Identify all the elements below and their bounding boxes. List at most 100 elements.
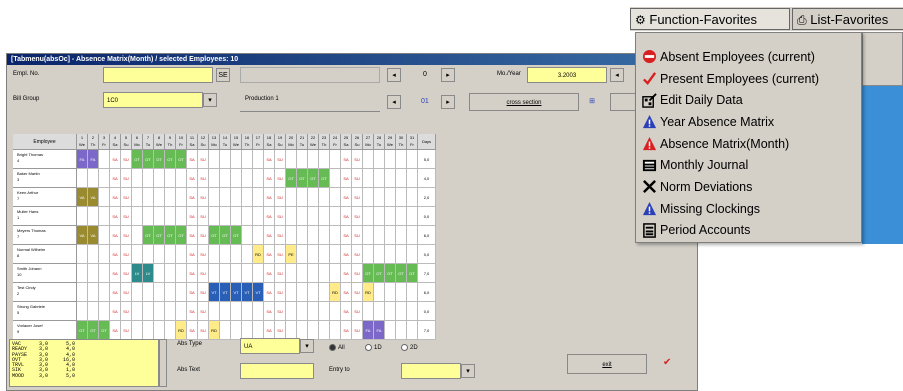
matrix-cell[interactable]: SA bbox=[110, 321, 121, 340]
matrix-cell[interactable] bbox=[99, 283, 110, 302]
matrix-cell[interactable]: SA bbox=[187, 207, 198, 226]
matrix-cell[interactable] bbox=[407, 188, 418, 207]
matrix-cell[interactable]: SU bbox=[275, 302, 286, 321]
matrix-cell[interactable]: SU bbox=[275, 226, 286, 245]
matrix-cell[interactable]: SU bbox=[198, 207, 209, 226]
matrix-cell[interactable] bbox=[231, 264, 242, 283]
matrix-cell[interactable] bbox=[363, 245, 374, 264]
matrix-cell[interactable]: SU bbox=[121, 150, 132, 169]
matrix-cell[interactable]: OT bbox=[231, 226, 242, 245]
matrix-cell[interactable]: VT bbox=[220, 283, 231, 302]
matrix-cell[interactable] bbox=[176, 302, 187, 321]
matrix-cell[interactable]: OT bbox=[154, 150, 165, 169]
matrix-cell[interactable]: SA bbox=[187, 302, 198, 321]
table-row[interactable]: Muller Hans 1 SA SU SA SU SA SU SA SU 0,0 bbox=[13, 207, 436, 226]
matrix-cell[interactable]: SA bbox=[110, 245, 121, 264]
matrix-cell[interactable]: RD bbox=[176, 321, 187, 340]
menu-item-missing-clockings[interactable]: Missing Clockings bbox=[636, 198, 861, 220]
matrix-cell[interactable] bbox=[132, 169, 143, 188]
matrix-cell[interactable]: SA bbox=[264, 264, 275, 283]
table-row[interactable]: Meyers Thomas 7 VA VA SA SU OT OT OT OT SA SU OT OT OT… bbox=[13, 226, 436, 245]
matrix-cell[interactable]: SA bbox=[187, 188, 198, 207]
matrix-cell[interactable]: VT bbox=[209, 283, 220, 302]
matrix-cell[interactable] bbox=[242, 245, 253, 264]
matrix-cell[interactable] bbox=[209, 302, 220, 321]
matrix-cell[interactable]: OT bbox=[407, 264, 418, 283]
matrix-cell[interactable]: SU bbox=[198, 264, 209, 283]
empl-group-field[interactable]: 1C0 bbox=[103, 92, 203, 108]
matrix-cell[interactable] bbox=[396, 169, 407, 188]
matrix-cell[interactable] bbox=[396, 321, 407, 340]
matrix-cell[interactable] bbox=[231, 150, 242, 169]
table-row[interactable]: Normal Wilhelm 8 SA SU SA SU RD SA SU PE SA SU 0,0 bbox=[13, 245, 436, 264]
menu-item-year-absence-matrix[interactable]: Year Absence Matrix bbox=[636, 111, 861, 133]
matrix-cell[interactable] bbox=[220, 245, 231, 264]
menu-item-present-employees-current[interactable]: Present Employees (current) bbox=[636, 68, 861, 90]
employee-cell[interactable]: Vorlauer Josef 9 bbox=[13, 321, 77, 340]
matrix-cell[interactable]: OT bbox=[176, 226, 187, 245]
matrix-cell[interactable]: SU bbox=[352, 188, 363, 207]
matrix-cell[interactable]: SU bbox=[121, 245, 132, 264]
matrix-cell[interactable]: OT bbox=[363, 264, 374, 283]
employee-cell[interactable]: Muller Hans 1 bbox=[13, 207, 77, 226]
month-year-field[interactable]: 3.2003 bbox=[527, 67, 607, 83]
matrix-cell[interactable]: SU bbox=[121, 283, 132, 302]
matrix-cell[interactable] bbox=[297, 302, 308, 321]
matrix-cell[interactable]: SA bbox=[264, 188, 275, 207]
matrix-cell[interactable] bbox=[407, 283, 418, 302]
matrix-cell[interactable] bbox=[330, 207, 341, 226]
employee-cell[interactable]: Smith Johann 10 bbox=[13, 264, 77, 283]
matrix-cell[interactable]: OT bbox=[132, 150, 143, 169]
matrix-cell[interactable] bbox=[154, 302, 165, 321]
matrix-cell[interactable] bbox=[319, 188, 330, 207]
entry-dropdown-button[interactable]: ▾ bbox=[461, 364, 475, 378]
matrix-cell[interactable] bbox=[176, 283, 187, 302]
matrix-cell[interactable]: OT bbox=[396, 264, 407, 283]
matrix-cell[interactable]: SU bbox=[275, 283, 286, 302]
matrix-cell[interactable] bbox=[374, 302, 385, 321]
matrix-cell[interactable] bbox=[176, 207, 187, 226]
matrix-cell[interactable] bbox=[132, 226, 143, 245]
matrix-cell[interactable] bbox=[308, 321, 319, 340]
matrix-cell[interactable]: RD bbox=[330, 283, 341, 302]
matrix-cell[interactable] bbox=[385, 226, 396, 245]
matrix-cell[interactable]: SU bbox=[352, 321, 363, 340]
search-button[interactable]: SE bbox=[216, 68, 230, 82]
menu-item-period-accounts[interactable]: Period Accounts bbox=[636, 220, 861, 242]
radio-2d[interactable]: 2D bbox=[401, 344, 418, 351]
matrix-cell[interactable]: SU bbox=[275, 169, 286, 188]
prev-button[interactable]: ◂ bbox=[387, 68, 401, 82]
matrix-cell[interactable] bbox=[385, 150, 396, 169]
summary-scrollbar[interactable] bbox=[159, 339, 167, 387]
matrix-cell[interactable]: OT bbox=[374, 264, 385, 283]
matrix-cell[interactable] bbox=[154, 207, 165, 226]
matrix-cell[interactable] bbox=[253, 188, 264, 207]
table-row[interactable]: Vorlauer Josef 9 OT OT OT SA SU RD SA SU RD SA SU SA S… bbox=[13, 321, 436, 340]
matrix-cell[interactable] bbox=[143, 283, 154, 302]
matrix-cell[interactable] bbox=[308, 188, 319, 207]
matrix-cell[interactable]: SU bbox=[352, 283, 363, 302]
matrix-cell[interactable]: OT bbox=[165, 150, 176, 169]
menu-item-edit-daily-data[interactable]: Edit Daily Data bbox=[636, 89, 861, 111]
matrix-cell[interactable]: OT bbox=[220, 226, 231, 245]
matrix-cell[interactable]: SU bbox=[275, 188, 286, 207]
matrix-cell[interactable] bbox=[231, 245, 242, 264]
matrix-cell[interactable]: SA bbox=[110, 264, 121, 283]
matrix-cell[interactable] bbox=[407, 169, 418, 188]
matrix-cell[interactable] bbox=[77, 302, 88, 321]
table-row[interactable]: Test Cindy 2 SA SU SA SU VT VT VT VT VT SA SU RD SA SU R… bbox=[13, 283, 436, 302]
matrix-cell[interactable] bbox=[88, 264, 99, 283]
matrix-cell[interactable]: SA bbox=[187, 283, 198, 302]
matrix-cell[interactable]: VA bbox=[77, 188, 88, 207]
matrix-cell[interactable] bbox=[374, 207, 385, 226]
matrix-cell[interactable]: SA bbox=[264, 226, 275, 245]
matrix-cell[interactable] bbox=[385, 188, 396, 207]
matrix-cell[interactable]: OT bbox=[385, 264, 396, 283]
matrix-cell[interactable] bbox=[374, 245, 385, 264]
matrix-cell[interactable]: SU bbox=[121, 169, 132, 188]
matrix-cell[interactable] bbox=[165, 207, 176, 226]
matrix-cell[interactable] bbox=[176, 188, 187, 207]
matrix-cell[interactable] bbox=[99, 264, 110, 283]
matrix-cell[interactable]: SU bbox=[121, 226, 132, 245]
matrix-cell[interactable] bbox=[308, 302, 319, 321]
